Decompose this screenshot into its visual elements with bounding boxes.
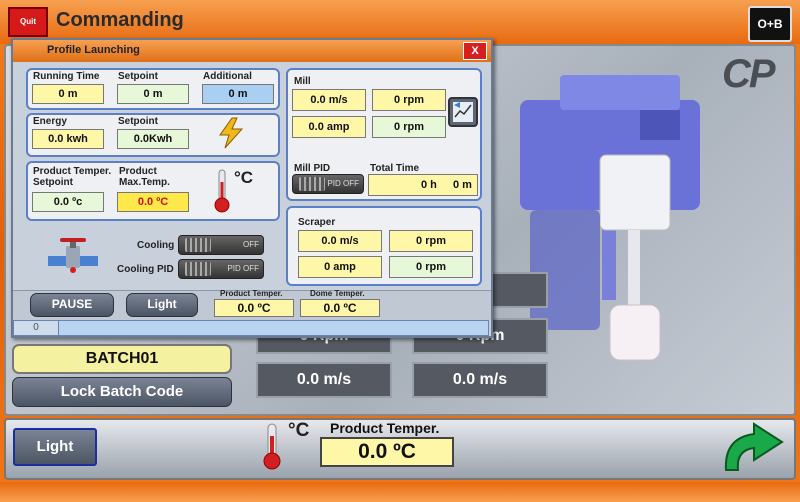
- machine-cup: [609, 304, 661, 361]
- cooling-pid-toggle-knob: [185, 262, 211, 276]
- cooling-toggle-knob: [185, 238, 211, 252]
- cooling-toggle[interactable]: OFF: [178, 235, 264, 255]
- additional-label: Additional: [203, 71, 252, 82]
- lightning-icon: [219, 117, 244, 149]
- machine-illustration: [520, 75, 700, 361]
- bottom-strip: [0, 482, 800, 502]
- cooling-pid-label: Cooling PID: [117, 264, 174, 275]
- footer-temp-unit: °C: [288, 420, 310, 441]
- scraper-speed-display: 0.0 m/s: [298, 230, 382, 252]
- cooling-pid-toggle-state: PID OFF: [227, 264, 259, 273]
- footer-product-temp-label: Product Temper.: [330, 420, 440, 436]
- mill-pid-label: Mill PID: [294, 163, 331, 174]
- running-time-label: Running Time: [33, 71, 100, 82]
- machine-motor: [640, 110, 680, 140]
- footer-light-button[interactable]: Light: [13, 428, 97, 466]
- scraper-rpm-setpoint-input[interactable]: 0 rpm: [389, 256, 473, 278]
- pause-button[interactable]: PAUSE: [30, 293, 114, 317]
- total-time-display: 0 h 0 m: [368, 174, 478, 196]
- footer-thermometer-icon: [263, 423, 281, 470]
- window-title: Commanding: [56, 9, 184, 31]
- footer-product-temp-display: 0.0 ºC: [320, 437, 454, 467]
- energy-setpoint-label: Setpoint: [118, 116, 158, 127]
- machine-shaft: [628, 230, 640, 310]
- temp-unit-label: °C: [234, 168, 254, 187]
- temp-setpoint-label-line1: Product Temper.: [33, 166, 112, 177]
- max-temp-label-line2: Max.Temp.: [119, 177, 170, 188]
- total-time-label: Total Time: [370, 163, 420, 174]
- progress-bar: 0: [13, 320, 489, 336]
- machine-base: [530, 210, 600, 330]
- scraper-current-display: 0 amp: [298, 256, 382, 278]
- running-time-display: 0 m: [32, 84, 104, 104]
- time-setpoint-input[interactable]: 0 m: [117, 84, 189, 104]
- dialog-light-button[interactable]: Light: [126, 293, 198, 317]
- mill-pid-toggle-state: PID OFF: [327, 179, 359, 188]
- next-arrow-icon[interactable]: [716, 420, 790, 480]
- dialog-product-temp-label: Product Temper.: [220, 289, 283, 298]
- cp-logo: CP: [722, 52, 776, 96]
- mill-pid-toggle[interactable]: PID OFF: [292, 174, 364, 194]
- additional-input[interactable]: 0 m: [202, 84, 274, 104]
- dialog-close-button[interactable]: X: [463, 42, 487, 60]
- mill-pid-toggle-knob: [299, 177, 325, 191]
- scraper-tile-speed: 0.0 m/s: [412, 362, 548, 398]
- temp-setpoint-label-line2: Setpoint: [33, 177, 73, 188]
- cooling-toggle-state: OFF: [243, 240, 259, 249]
- temp-setpoint-input[interactable]: 0.0 ºc: [32, 192, 104, 212]
- total-time-hours: 0 h: [421, 179, 437, 191]
- machine-vessel: [599, 154, 671, 231]
- machine-top: [560, 75, 680, 110]
- dialog-dome-temp-display: 0.0 ºC: [300, 299, 380, 317]
- energy-display: 0.0 kwh: [32, 129, 104, 149]
- mill-speed-display: 0.0 m/s: [292, 89, 366, 111]
- valve-icon: [48, 238, 98, 273]
- max-temp-display: 0.0 ºC: [117, 192, 189, 212]
- thermometer-icon: [214, 169, 230, 213]
- dialog-title: Profile Launching: [47, 44, 140, 56]
- mill-tile-speed: 0.0 m/s: [256, 362, 392, 398]
- mill-rpm-setpoint-input[interactable]: 0 rpm: [372, 116, 446, 138]
- cooling-label: Cooling: [137, 240, 175, 251]
- batch-code-display[interactable]: BATCH01: [12, 344, 232, 374]
- scraper-label: Scraper: [298, 217, 336, 228]
- mill-rpm-display: 0 rpm: [372, 89, 446, 111]
- max-temp-label-line1: Product: [119, 166, 157, 177]
- ob-logo: O+B: [748, 6, 792, 42]
- total-time-minutes: 0 m: [453, 179, 472, 191]
- mill-chart-button[interactable]: [448, 97, 478, 127]
- mill-label: Mill: [294, 76, 311, 87]
- mill-current-display: 0.0 amp: [292, 116, 366, 138]
- energy-label: Energy: [33, 116, 67, 127]
- progress-value: 0: [14, 321, 59, 335]
- time-setpoint-label: Setpoint: [118, 71, 158, 82]
- cooling-pid-toggle[interactable]: PID OFF: [178, 259, 264, 279]
- energy-setpoint-input[interactable]: 0.0Kwh: [117, 129, 189, 149]
- lock-batch-code-button[interactable]: Lock Batch Code: [12, 377, 232, 407]
- quit-button[interactable]: Quit: [8, 7, 48, 37]
- chart-icon: [453, 102, 473, 122]
- scraper-rpm-display: 0 rpm: [389, 230, 473, 252]
- dialog-product-temp-display: 0.0 ºC: [214, 299, 294, 317]
- dialog-dome-temp-label: Dome Temper.: [310, 289, 365, 298]
